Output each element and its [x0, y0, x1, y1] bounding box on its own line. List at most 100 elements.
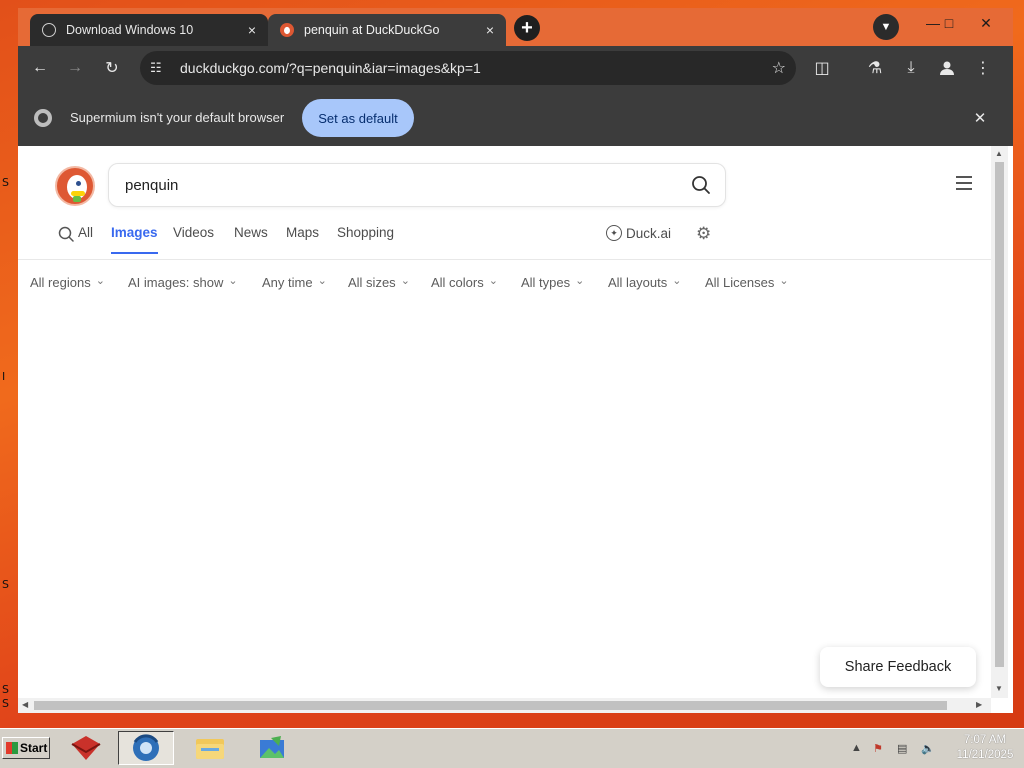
filter-ai-images[interactable]: AI images: show — [128, 275, 238, 290]
kebab-menu-icon: ⋮ — [975, 60, 991, 77]
horizontal-scrollbar[interactable]: ◀ ▶ — [18, 698, 991, 713]
flag-alert-icon[interactable]: ⚑ — [873, 742, 883, 755]
desktop-icon-label: S — [2, 697, 9, 710]
search-input[interactable]: penquin — [125, 177, 178, 194]
tab-maps[interactable]: Maps — [286, 225, 319, 240]
filter-size[interactable]: All sizes — [348, 275, 410, 290]
puzzle-icon: ◫ — [814, 60, 830, 77]
supermium-browser-icon — [133, 734, 159, 761]
clock-time: 7:07 AM — [963, 734, 1007, 746]
windows-logo-icon — [6, 742, 18, 754]
start-button[interactable]: Start — [2, 737, 50, 759]
tab-all[interactable]: All — [78, 225, 93, 240]
taskbar-app-explorer[interactable] — [182, 731, 238, 765]
search-box[interactable]: penquin — [108, 163, 726, 207]
address-bar[interactable]: ☷ duckduckgo.com/?q=penquin&iar=images&k… — [140, 51, 796, 85]
duck-ai-link[interactable]: ✦ Duck.ai — [606, 225, 671, 241]
search-icon[interactable] — [691, 175, 711, 195]
bookmark-star-icon[interactable]: ☆ — [772, 58, 786, 78]
browser-window: Download Windows 10 × penquin at DuckDuc… — [18, 8, 1013, 713]
duck-ai-label: Duck.ai — [626, 225, 672, 241]
image-viewer-icon — [260, 736, 284, 758]
tab-news[interactable]: News — [234, 225, 268, 240]
image-filters: All regions AI images: show Any time All… — [30, 275, 930, 293]
scroll-down-icon[interactable]: ▼ — [995, 684, 1003, 693]
labs-button[interactable]: ⚗ — [862, 55, 888, 81]
close-icon: ✕ — [980, 14, 992, 31]
file-explorer-icon — [196, 739, 224, 759]
gear-icon[interactable]: ⚙ — [696, 224, 711, 244]
maximize-button[interactable]: □ — [935, 12, 963, 34]
desktop-icon-label: S — [2, 578, 9, 591]
tab-search-button[interactable]: ▼ — [873, 14, 899, 40]
supermium-icon — [34, 109, 52, 127]
menu-button[interactable]: ⋮ — [970, 55, 996, 81]
duckduckgo-icon — [280, 23, 294, 37]
set-as-default-button[interactable]: Set as default — [302, 99, 414, 137]
tab-images[interactable]: Images — [111, 225, 158, 254]
scroll-left-icon[interactable]: ◀ — [22, 700, 28, 709]
taskbar-app-image-viewer[interactable] — [244, 731, 300, 765]
filter-license[interactable]: All Licenses — [705, 275, 789, 290]
site-settings-icon[interactable]: ☷ — [150, 60, 170, 76]
filter-layout[interactable]: All layouts — [608, 275, 681, 290]
infobar-message: Supermium isn't your default browser — [70, 110, 285, 125]
tab-strip: Download Windows 10 × penquin at DuckDuc… — [18, 8, 1013, 46]
vertical-scrollbar[interactable]: ▲ ▼ — [991, 146, 1008, 698]
window-close-button[interactable]: ✕ — [972, 12, 1000, 34]
search-icon — [58, 226, 74, 242]
filter-color[interactable]: All colors — [431, 275, 498, 290]
filter-time[interactable]: Any time — [262, 275, 327, 290]
extensions-button[interactable]: ◫ — [809, 55, 835, 81]
close-icon[interactable]: × — [244, 22, 260, 38]
tab-duckduckgo[interactable]: penquin at DuckDuckGo × — [268, 14, 506, 46]
close-icon[interactable]: × — [482, 22, 498, 38]
scrollbar-thumb[interactable] — [995, 162, 1004, 667]
show-hidden-icons-icon[interactable]: ▲ — [851, 742, 862, 754]
globe-icon — [42, 23, 56, 37]
desktop-icon-label: S — [2, 176, 9, 189]
duckduckgo-logo[interactable] — [55, 166, 95, 206]
reload-button[interactable]: ↻ — [99, 55, 125, 81]
network-icon[interactable]: ▤ — [897, 742, 907, 755]
download-icon: ⤓ — [907, 59, 915, 76]
maximize-icon: □ — [944, 15, 954, 31]
chevron-down-icon: ▼ — [880, 21, 892, 33]
arrow-right-icon: → — [67, 59, 83, 76]
tab-shopping[interactable]: Shopping — [337, 225, 394, 240]
tab-download-windows[interactable]: Download Windows 10 × — [30, 14, 268, 46]
page-content: penquin All Images Videos News Maps Shop… — [18, 146, 1013, 713]
hamburger-menu-button[interactable] — [956, 176, 972, 190]
scroll-right-icon[interactable]: ▶ — [976, 700, 982, 709]
volume-muted-icon[interactable]: 🔈 — [921, 742, 935, 755]
desktop-icon-label: I — [2, 370, 6, 383]
clock-date: 11/21/2025 — [956, 749, 1014, 761]
divider — [18, 259, 991, 260]
reload-icon: ↻ — [105, 60, 119, 77]
default-browser-infobar: Supermium isn't your default browser Set… — [18, 90, 1013, 146]
back-button[interactable]: ← — [27, 55, 53, 81]
scroll-up-icon[interactable]: ▲ — [995, 149, 1003, 158]
downloads-button[interactable]: ⤓ — [898, 55, 924, 81]
profile-button[interactable] — [934, 55, 960, 81]
forward-button[interactable]: → — [62, 55, 88, 81]
tab-title: Download Windows 10 — [66, 23, 194, 37]
filter-region[interactable]: All regions — [30, 275, 105, 290]
filter-type[interactable]: All types — [521, 275, 584, 290]
clock[interactable]: 7:07 AM 11/21/2025 — [950, 733, 1020, 763]
tab-videos[interactable]: Videos — [173, 225, 214, 240]
scrollbar-thumb[interactable] — [34, 701, 947, 710]
profile-icon — [940, 61, 954, 75]
browser-toolbar: ← → ↻ ☷ duckduckgo.com/?q=penquin&iar=im… — [18, 46, 1013, 90]
close-icon: ✕ — [973, 110, 987, 127]
desktop-icon-label: S — [2, 683, 9, 696]
share-feedback-button[interactable]: Share Feedback — [820, 647, 976, 687]
taskbar: Start ▲ ⚑ ▤ 🔈 7:07 AM 11/21/2025 — [0, 728, 1024, 768]
flask-icon: ⚗ — [867, 60, 883, 77]
taskbar-app-winrar[interactable] — [58, 731, 114, 765]
taskbar-app-browser[interactable] — [118, 731, 174, 765]
tab-title: penquin at DuckDuckGo — [304, 23, 440, 37]
new-tab-button[interactable]: + — [514, 15, 540, 41]
url-text[interactable]: duckduckgo.com/?q=penquin&iar=images&kp=… — [180, 60, 772, 76]
infobar-close-button[interactable]: ✕ — [968, 106, 992, 130]
